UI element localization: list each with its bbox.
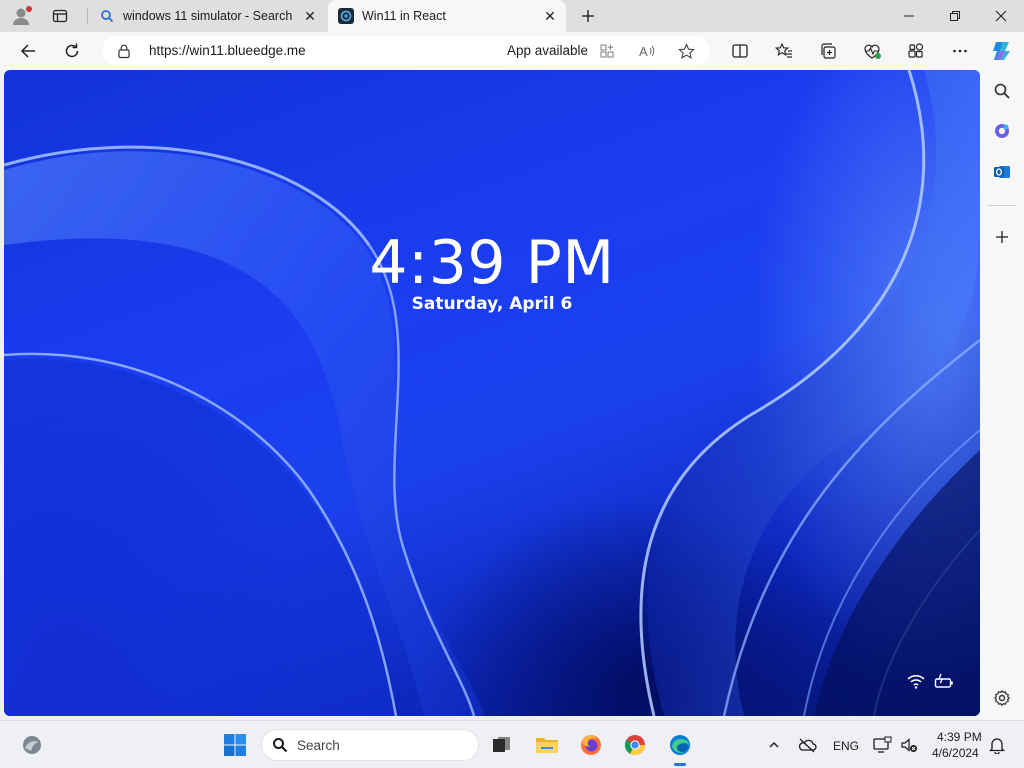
new-tab-icon[interactable] [576, 4, 600, 28]
tab-separator [87, 8, 88, 24]
browser-toolbar: https://win11.blueedge.me App available … [0, 32, 1024, 70]
file-explorer-icon[interactable] [531, 729, 563, 761]
volume-muted-icon[interactable] [895, 729, 923, 761]
add-icon[interactable] [990, 225, 1014, 249]
profile-avatar-icon[interactable] [10, 5, 32, 27]
taskbar-search-box[interactable]: Search [261, 729, 479, 761]
tab-title: Win11 in React [362, 9, 446, 23]
read-aloud-icon[interactable]: A [636, 40, 658, 62]
tab-win11-react[interactable]: Win11 in React ✕ [328, 0, 566, 32]
split-screen-icon[interactable] [726, 37, 754, 65]
battery-icon [934, 672, 954, 690]
address-bar[interactable]: https://win11.blueedge.me App available … [102, 36, 710, 66]
chevron-up-icon[interactable] [760, 729, 788, 761]
tab-strip: windows 11 simulator - Search ✕ Win11 in… [0, 0, 1024, 32]
more-icon[interactable] [946, 37, 974, 65]
lockscreen-date: Saturday, April 6 [411, 294, 573, 314]
widgets-icon[interactable] [16, 729, 48, 761]
wifi-icon [906, 672, 926, 690]
search-icon [272, 737, 288, 756]
chrome-icon[interactable] [619, 729, 651, 761]
onedrive-offline-icon[interactable] [793, 729, 821, 761]
notification-bell-icon[interactable] [984, 729, 1010, 761]
site-favicon-icon [338, 8, 354, 24]
lockscreen-time: 4:39 PM [369, 228, 615, 298]
back-icon[interactable] [14, 37, 42, 65]
close-icon[interactable]: ✕ [298, 4, 322, 28]
display-icon[interactable] [868, 729, 896, 761]
firefox-icon[interactable] [575, 729, 607, 761]
favorite-star-icon[interactable] [675, 40, 697, 62]
taskbar: Search ENG 4:39 PM 4/6/2024 [0, 720, 1024, 768]
svg-text:A: A [639, 44, 648, 59]
restore-icon[interactable] [932, 0, 978, 32]
minimize-icon[interactable] [886, 0, 932, 32]
outlook-icon[interactable] [990, 160, 1014, 184]
tab-actions-icon[interactable] [48, 5, 72, 27]
copilot-apps-icon[interactable] [990, 119, 1014, 143]
browser-essentials-icon[interactable] [858, 37, 886, 65]
start-icon[interactable] [219, 729, 251, 761]
taskbar-clock-date[interactable]: 4/6/2024 [932, 746, 979, 760]
search-icon [99, 8, 115, 24]
edge-sidebar [980, 70, 1024, 720]
lock-icon[interactable] [116, 43, 132, 59]
bloom-wallpaper [4, 70, 980, 716]
close-icon[interactable] [978, 0, 1024, 32]
task-view-icon[interactable] [485, 729, 517, 761]
extensions-icon[interactable] [902, 37, 930, 65]
tab-title: windows 11 simulator - Search [123, 9, 293, 23]
search-icon[interactable] [990, 79, 1014, 103]
language-indicator[interactable]: ENG [833, 739, 859, 753]
favorites-icon[interactable] [770, 37, 798, 65]
lockscreen-viewport[interactable]: 4:39 PM Saturday, April 6 [4, 70, 980, 716]
sidebar-divider [988, 205, 1016, 206]
taskbar-search-placeholder: Search [297, 738, 340, 753]
edge-icon[interactable] [664, 729, 696, 761]
settings-icon[interactable] [990, 686, 1014, 710]
app-available-label[interactable]: App available [507, 43, 588, 58]
close-icon[interactable]: ✕ [538, 4, 562, 28]
tab-search[interactable]: windows 11 simulator - Search ✕ [89, 0, 326, 32]
collections-icon[interactable] [814, 37, 842, 65]
taskbar-clock-time[interactable]: 4:39 PM [937, 730, 982, 744]
copilot-icon[interactable] [988, 37, 1016, 65]
install-app-icon[interactable] [596, 40, 618, 62]
active-app-indicator [674, 763, 686, 766]
refresh-icon[interactable] [58, 37, 86, 65]
url-text[interactable]: https://win11.blueedge.me [149, 43, 306, 58]
